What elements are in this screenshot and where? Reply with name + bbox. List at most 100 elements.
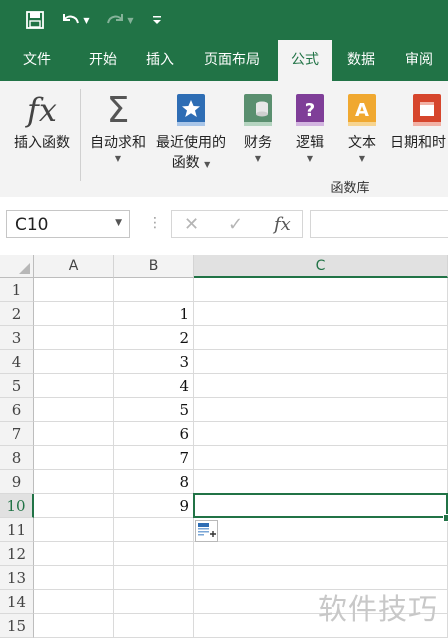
row-header[interactable]: 13: [0, 566, 34, 590]
cell-b[interactable]: 5: [114, 398, 194, 422]
cell-c[interactable]: [194, 350, 448, 374]
tab-file[interactable]: 文件: [8, 40, 66, 81]
cell-a[interactable]: [34, 446, 114, 470]
row-header[interactable]: 4: [0, 350, 34, 374]
cell-b[interactable]: 8: [114, 470, 194, 494]
recently-used-button[interactable]: 最近使用的 函数 ▼: [150, 87, 232, 175]
row-header[interactable]: 7: [0, 422, 34, 446]
active-cell-selection[interactable]: [193, 493, 448, 518]
cell-a[interactable]: [34, 518, 114, 542]
row-header[interactable]: 12: [0, 542, 34, 566]
row-header[interactable]: 3: [0, 326, 34, 350]
cell-c[interactable]: [194, 326, 448, 350]
cell-a[interactable]: [34, 374, 114, 398]
select-all-button[interactable]: [0, 255, 34, 278]
autosum-button[interactable]: Σ 自动求和 ▼: [86, 87, 150, 165]
cell-a[interactable]: [34, 302, 114, 326]
cell-c[interactable]: [194, 446, 448, 470]
insert-function-button[interactable]: fx 插入函数: [8, 87, 76, 153]
customize-qat-button[interactable]: [148, 8, 166, 32]
tab-home[interactable]: 开始: [74, 40, 132, 81]
cell-c[interactable]: [194, 542, 448, 566]
cell-a[interactable]: [34, 350, 114, 374]
cell-a[interactable]: [34, 494, 114, 518]
cell-a[interactable]: [34, 398, 114, 422]
cell-b[interactable]: [114, 518, 194, 542]
row-header[interactable]: 8: [0, 446, 34, 470]
cell-c[interactable]: [194, 470, 448, 494]
column-header-b[interactable]: B: [114, 255, 194, 278]
cell-c[interactable]: [194, 398, 448, 422]
cell-c[interactable]: [194, 422, 448, 446]
cell-b[interactable]: 2: [114, 326, 194, 350]
cell-b[interactable]: 9: [114, 494, 194, 518]
row-header[interactable]: 10: [0, 494, 34, 518]
row-header[interactable]: 15: [0, 614, 34, 638]
cell-a[interactable]: [34, 590, 114, 614]
fill-handle[interactable]: [443, 514, 448, 522]
save-button[interactable]: [24, 8, 46, 32]
cell-a[interactable]: [34, 566, 114, 590]
function-library-group-label: 函数库: [330, 181, 370, 196]
cell-b[interactable]: 1: [114, 302, 194, 326]
cell-c[interactable]: [194, 278, 448, 302]
column-header-c[interactable]: C: [194, 255, 448, 278]
insert-function-icon[interactable]: fx: [274, 214, 291, 235]
cell-b[interactable]: [114, 614, 194, 638]
text-button[interactable]: A 文本 ▼: [340, 87, 384, 165]
enter-icon[interactable]: ✓: [228, 214, 243, 235]
row-header[interactable]: 11: [0, 518, 34, 542]
row-header[interactable]: 1: [0, 278, 34, 302]
date-time-button[interactable]: 日期和时: [390, 87, 448, 153]
cell-a[interactable]: [34, 422, 114, 446]
cell-c[interactable]: [194, 302, 448, 326]
tab-data[interactable]: 数据: [333, 40, 389, 81]
cell-b[interactable]: 6: [114, 422, 194, 446]
cell-b[interactable]: [114, 542, 194, 566]
cell-b[interactable]: 4: [114, 374, 194, 398]
cell-a[interactable]: [34, 614, 114, 638]
row-header[interactable]: 5: [0, 374, 34, 398]
cell-c[interactable]: [194, 374, 448, 398]
recently-used-label-2: 函数: [171, 155, 200, 171]
svg-text:A: A: [355, 100, 369, 121]
redo-button[interactable]: ▼: [102, 8, 136, 32]
cell-b[interactable]: 7: [114, 446, 194, 470]
tab-formulas[interactable]: 公式: [278, 40, 332, 81]
chevron-down-icon: ▼: [306, 154, 314, 163]
cancel-icon[interactable]: ✕: [184, 214, 199, 235]
cell-b[interactable]: [114, 566, 194, 590]
logical-button[interactable]: ? 逻辑 ▼: [288, 87, 332, 165]
chevron-down-icon: ▼: [204, 160, 211, 169]
row-header[interactable]: 6: [0, 398, 34, 422]
worksheet-grid: A B C 1 2 1 3 2 4 3 5 4 6 5 7 6 8 7 9 8 10 9 11 12 13 14 15: [0, 255, 448, 638]
tab-insert[interactable]: 插入: [131, 40, 189, 81]
financial-button[interactable]: 财务 ▼: [236, 87, 280, 165]
paste-options-button[interactable]: [195, 520, 218, 542]
insert-function-icon: fx: [27, 91, 57, 129]
chevron-down-icon[interactable]: ▼: [115, 218, 122, 228]
row-header[interactable]: 9: [0, 470, 34, 494]
cell-c[interactable]: [194, 518, 448, 542]
cell-a[interactable]: [34, 278, 114, 302]
cell-b[interactable]: [114, 590, 194, 614]
cell-b[interactable]: 3: [114, 350, 194, 374]
tab-page-layout[interactable]: 页面布局: [196, 40, 268, 81]
cell-a[interactable]: [34, 542, 114, 566]
row-header[interactable]: 2: [0, 302, 34, 326]
calendar-book-icon: [413, 94, 441, 126]
tab-review[interactable]: 审阅: [392, 40, 446, 81]
redo-icon: [107, 14, 124, 24]
cell-b[interactable]: [114, 278, 194, 302]
redo-dropdown-icon[interactable]: ▼: [127, 16, 133, 25]
undo-dropdown-icon[interactable]: ▼: [83, 16, 89, 25]
cell-a[interactable]: [34, 326, 114, 350]
column-header-a[interactable]: A: [34, 255, 114, 278]
cell-a[interactable]: [34, 470, 114, 494]
formula-bar-grip-icon[interactable]: ⋮: [148, 215, 162, 231]
formula-input[interactable]: [310, 210, 448, 238]
row-header[interactable]: 14: [0, 590, 34, 614]
ribbon-separator: [80, 89, 81, 181]
name-box[interactable]: C10 ▼: [6, 210, 130, 238]
undo-button[interactable]: ▼: [58, 8, 92, 32]
